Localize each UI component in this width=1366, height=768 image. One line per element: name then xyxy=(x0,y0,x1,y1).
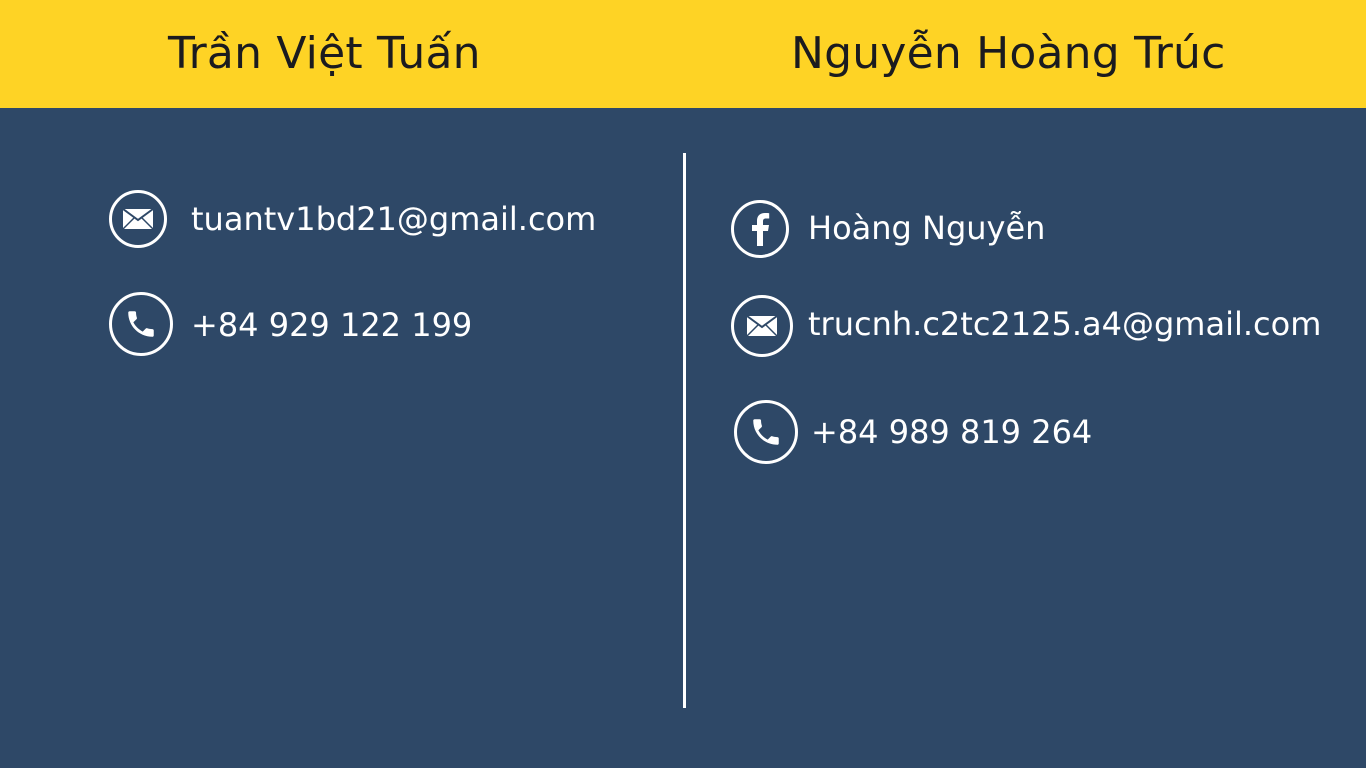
column-divider xyxy=(683,153,686,708)
person-name-left: Trần Việt Tuấn xyxy=(168,28,481,79)
phone-text[interactable]: +84 929 122 199 xyxy=(191,304,472,346)
person-name-right: Nguyễn Hoàng Trúc xyxy=(791,28,1226,79)
phone-text[interactable]: +84 989 819 264 xyxy=(811,411,1092,453)
email-text[interactable]: tuantv1bd21@gmail.com xyxy=(191,198,596,240)
envelope-icon xyxy=(109,190,167,248)
phone-icon xyxy=(109,292,173,356)
email-text[interactable]: trucnh.c2tc2125.a4@gmail.com xyxy=(808,303,1321,345)
phone-icon xyxy=(734,400,798,464)
envelope-icon xyxy=(731,295,793,357)
header-bar: Trần Việt Tuấn Nguyễn Hoàng Trúc xyxy=(0,0,1366,108)
facebook-icon xyxy=(731,200,789,258)
facebook-text[interactable]: Hoàng Nguyễn xyxy=(808,207,1045,249)
